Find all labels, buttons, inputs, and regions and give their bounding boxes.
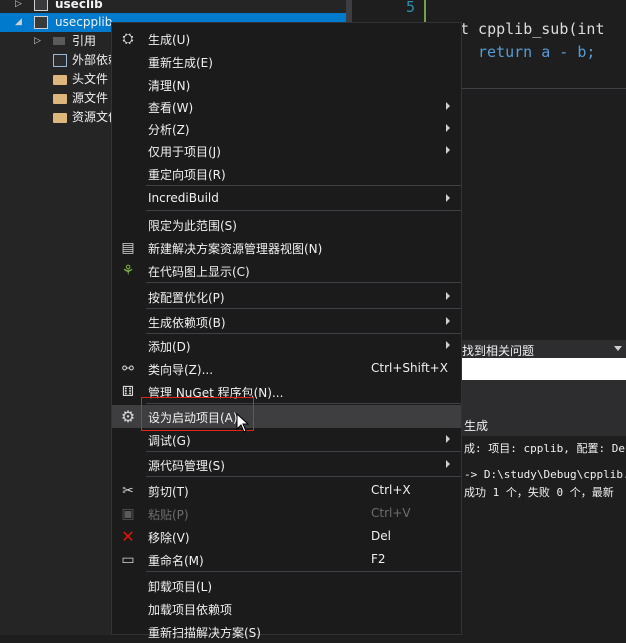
menu-item-project-only[interactable]: 仅用于项目(J) xyxy=(112,139,461,162)
tree-item-label: 引用 xyxy=(72,34,97,48)
class-wizard-icon: ⚯ xyxy=(122,361,134,377)
submenu-arrow-icon xyxy=(446,341,450,349)
submenu-arrow-icon xyxy=(446,460,450,468)
menu-item-retarget[interactable]: 重定向项目(R) xyxy=(112,162,461,185)
menu-separator xyxy=(146,282,461,283)
cpp-project-icon xyxy=(34,0,48,11)
submenu-arrow-icon xyxy=(446,124,450,132)
gear-icon: ⚙ xyxy=(120,407,136,426)
collapse-arrow-icon[interactable]: ◢ xyxy=(15,13,22,32)
expand-arrow-icon[interactable]: ▷ xyxy=(15,0,22,14)
menu-item-incredibuild[interactable]: IncrediBuild xyxy=(112,187,461,210)
paste-icon: ▣ xyxy=(121,506,135,522)
menu-item-build[interactable]: ⛭ 生成(U) xyxy=(112,27,461,50)
cpp-project-icon xyxy=(34,16,48,29)
menu-item-scope-to-this[interactable]: 限定为此范围(S) xyxy=(112,213,461,236)
menu-separator xyxy=(146,185,461,186)
submenu-arrow-icon xyxy=(446,146,450,154)
tree-item-label: 头文件 xyxy=(72,72,109,86)
menu-item-load-dependencies[interactable]: 加载项目依赖项 xyxy=(112,597,461,620)
submenu-arrow-icon xyxy=(446,292,450,300)
menu-item-unload-project[interactable]: 卸载项目(L) xyxy=(112,574,461,597)
folder-icon xyxy=(53,113,67,123)
menu-separator xyxy=(146,476,461,477)
nuget-icon: ⚅ xyxy=(121,384,135,400)
line-number: 5 xyxy=(406,0,416,16)
output-line: 成功 1 个，失败 0 个，最新 xyxy=(464,486,614,499)
menu-item-rescan-solution[interactable]: 重新扫描解决方案(S) xyxy=(112,620,461,643)
menu-separator xyxy=(146,308,461,309)
output-line: -> D:\study\Debug\cpplib.li xyxy=(464,468,626,481)
find-related-label[interactable]: 找到相关问题 xyxy=(462,342,534,359)
code-line: t cpplib_sub(int xyxy=(460,20,605,38)
dropdown-arrow-icon[interactable] xyxy=(614,346,622,351)
output-line: 成: 项目: cpplib, 配置: Deb xyxy=(464,442,626,455)
external-dependencies-icon xyxy=(53,54,67,67)
change-marker xyxy=(424,0,426,22)
menu-item-analyze[interactable]: 分析(Z) xyxy=(112,117,461,140)
folder-icon xyxy=(53,94,67,104)
menu-separator xyxy=(146,571,461,572)
tree-item-label: useclib xyxy=(55,0,103,11)
menu-item-class-wizard[interactable]: ⚯ 类向导(Z)... Ctrl+Shift+X xyxy=(112,357,461,380)
new-view-icon: ▤ xyxy=(121,240,135,256)
menu-item-build-dependencies[interactable]: 生成依赖项(B) xyxy=(112,310,461,333)
tree-item-label: 源文件 xyxy=(72,91,109,105)
menu-item-remove[interactable]: ✕ 移除(V) Del xyxy=(112,525,461,548)
menu-separator xyxy=(146,451,461,452)
submenu-arrow-icon xyxy=(446,317,450,325)
menu-item-clean[interactable]: 清理(N) xyxy=(112,73,461,96)
context-menu: ⛭ 生成(U) 重新生成(E) 清理(N) 查看(W) 分析(Z) 仅用于项目(… xyxy=(111,22,462,640)
menu-item-new-explorer-view[interactable]: ▤ 新建解决方案资源管理器视图(N) xyxy=(112,236,461,259)
remove-icon: ✕ xyxy=(121,527,135,546)
menu-item-source-control[interactable]: 源代码管理(S) xyxy=(112,453,461,476)
menu-item-profile-guided-opt[interactable]: 按配置优化(P) xyxy=(112,285,461,308)
mouse-cursor-icon xyxy=(236,413,250,433)
build-icon: ⛭ xyxy=(122,31,134,47)
submenu-arrow-icon xyxy=(446,194,450,202)
menu-item-cut[interactable]: ✂ 剪切(T) Ctrl+X xyxy=(112,479,461,502)
menu-item-rebuild[interactable]: 重新生成(E) xyxy=(112,50,461,73)
menu-separator xyxy=(146,210,461,211)
rename-icon: ▭ xyxy=(121,552,135,568)
menu-item-rename[interactable]: ▭ 重命名(M) F2 xyxy=(112,548,461,571)
menu-item-show-on-code-map[interactable]: ⚘ 在代码图上显示(C) xyxy=(112,259,461,282)
menu-item-add[interactable]: 添加(D) xyxy=(112,334,461,357)
folder-icon xyxy=(53,75,67,85)
menu-item-debug[interactable]: 调试(G) xyxy=(112,428,461,451)
code-line: return a - b; xyxy=(478,43,596,61)
cut-icon: ✂ xyxy=(122,483,134,499)
references-icon xyxy=(53,37,65,45)
expand-arrow-icon[interactable]: ▷ xyxy=(34,32,41,51)
submenu-arrow-icon xyxy=(446,102,450,110)
code-map-icon: ⚘ xyxy=(121,263,135,279)
submenu-arrow-icon xyxy=(446,435,450,443)
menu-item-paste[interactable]: ▣ 粘贴(P) Ctrl+V xyxy=(112,502,461,525)
menu-item-view[interactable]: 查看(W) xyxy=(112,95,461,118)
output-title: 生成 xyxy=(464,419,489,433)
tree-item-label: usecpplib xyxy=(55,15,113,29)
